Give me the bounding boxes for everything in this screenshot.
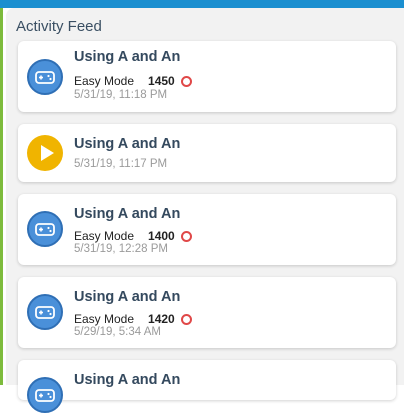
- top-bar: [0, 0, 404, 8]
- score-value: 1400: [148, 229, 175, 243]
- timestamp: 5/31/19, 12:28 PM: [74, 243, 168, 255]
- timestamp: 5/31/19, 11:17 PM: [74, 158, 168, 170]
- play-icon: [27, 135, 63, 171]
- mode-label: Easy Mode: [74, 229, 135, 243]
- feed-item[interactable]: Using A and An 5/31/19, 11:17 PM: [18, 124, 396, 182]
- feed-item-title: Using A and An: [74, 372, 181, 388]
- score-value: 1450: [148, 74, 175, 88]
- feed-item-meta: Easy Mode 1400: [74, 229, 192, 243]
- feed-item[interactable]: Using A and An Easy Mode 1450 5/31/19, 1…: [18, 41, 396, 112]
- feed-item-title: Using A and An: [74, 49, 181, 65]
- feed-item-meta: Easy Mode 1450: [74, 74, 192, 88]
- controller-icon: [27, 211, 63, 247]
- feed-item-title: Using A and An: [74, 289, 181, 305]
- controller-icon: [27, 377, 63, 413]
- feed-item-title: Using A and An: [74, 206, 181, 222]
- mode-label: Easy Mode: [74, 74, 135, 88]
- score-value: 1420: [148, 312, 175, 326]
- badge-icon: [180, 75, 192, 87]
- feed-item-title: Using A and An: [74, 136, 181, 152]
- controller-icon: [27, 59, 63, 95]
- timestamp: 5/31/19, 11:18 PM: [74, 89, 168, 101]
- left-accent-stripe: [0, 8, 3, 385]
- badge-icon: [180, 313, 192, 325]
- timestamp: 5/29/19, 5:34 AM: [74, 326, 161, 338]
- feed-item[interactable]: Using A and An Easy Mode 1420 5/29/19, 5…: [18, 277, 396, 348]
- feed-item[interactable]: Using A and An Easy Mode 1400 5/31/19, 1…: [18, 194, 396, 265]
- mode-label: Easy Mode: [74, 312, 135, 326]
- badge-icon: [180, 230, 192, 242]
- controller-icon: [27, 294, 63, 330]
- feed-item-meta: Easy Mode 1420: [74, 312, 192, 326]
- feed-title: Activity Feed: [16, 18, 102, 35]
- feed-item[interactable]: Using A and An: [18, 360, 396, 413]
